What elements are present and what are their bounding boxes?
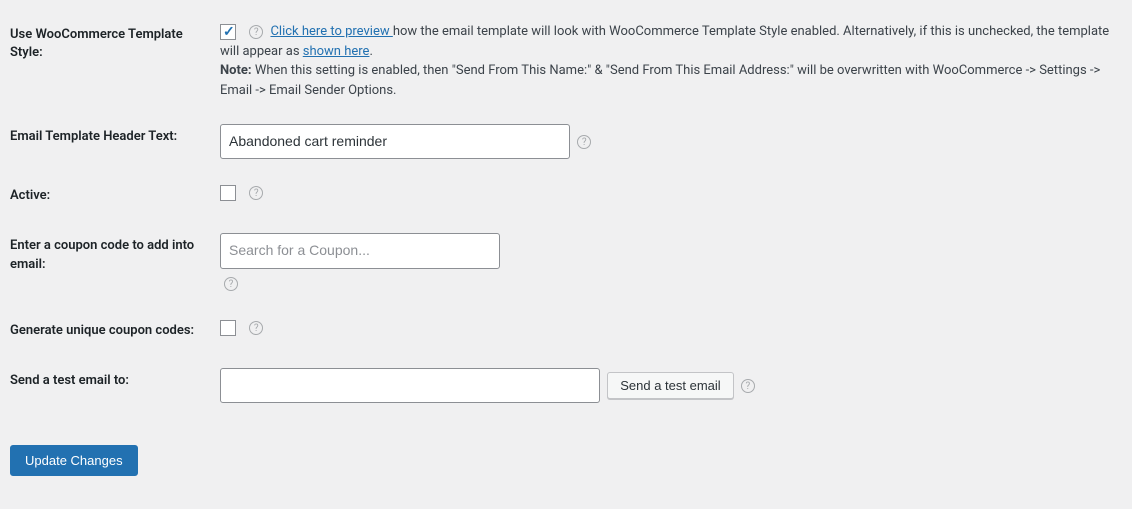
desc-text-2: . (369, 44, 372, 59)
label-coupon-code: Enter a coupon code to add into email: (10, 221, 220, 306)
label-unique-coupon: Generate unique coupon codes: (10, 306, 220, 356)
checkbox-active[interactable] (220, 185, 236, 201)
help-icon[interactable]: ? (249, 321, 263, 335)
button-send-test-email[interactable]: Send a test email (607, 372, 733, 399)
use-template-description: Click here to preview how the email temp… (220, 24, 1109, 98)
link-shown-here[interactable]: shown here (303, 44, 370, 59)
link-preview[interactable]: Click here to preview (270, 24, 392, 39)
input-coupon-search[interactable] (220, 233, 500, 268)
note-label: Note: (220, 63, 252, 78)
label-header-text: Email Template Header Text: (10, 112, 220, 171)
row-unique-coupon: Generate unique coupon codes: ? (10, 306, 1122, 356)
input-test-email[interactable] (220, 368, 600, 403)
label-test-email: Send a test email to: (10, 356, 220, 415)
row-coupon-code: Enter a coupon code to add into email: ? (10, 221, 1122, 306)
input-header-text[interactable] (220, 124, 570, 159)
checkbox-use-template[interactable] (220, 24, 236, 40)
help-icon[interactable]: ? (224, 277, 238, 291)
help-icon[interactable]: ? (249, 25, 263, 39)
row-header-text: Email Template Header Text: ? (10, 112, 1122, 171)
button-update-changes[interactable]: Update Changes (10, 445, 138, 476)
label-use-template: Use WooCommerce Template Style: (10, 10, 220, 112)
help-icon[interactable]: ? (741, 379, 755, 393)
row-active: Active: ? (10, 171, 1122, 221)
settings-form-table: Use WooCommerce Template Style: ? Click … (10, 10, 1122, 415)
label-active: Active: (10, 171, 220, 221)
checkbox-unique-coupon[interactable] (220, 320, 236, 336)
submit-row: Update Changes (10, 415, 1122, 486)
help-icon[interactable]: ? (249, 186, 263, 200)
help-icon[interactable]: ? (577, 135, 591, 149)
row-use-template: Use WooCommerce Template Style: ? Click … (10, 10, 1122, 112)
row-test-email: Send a test email to: Send a test email … (10, 356, 1122, 415)
note-text: When this setting is enabled, then "Send… (220, 63, 1100, 98)
